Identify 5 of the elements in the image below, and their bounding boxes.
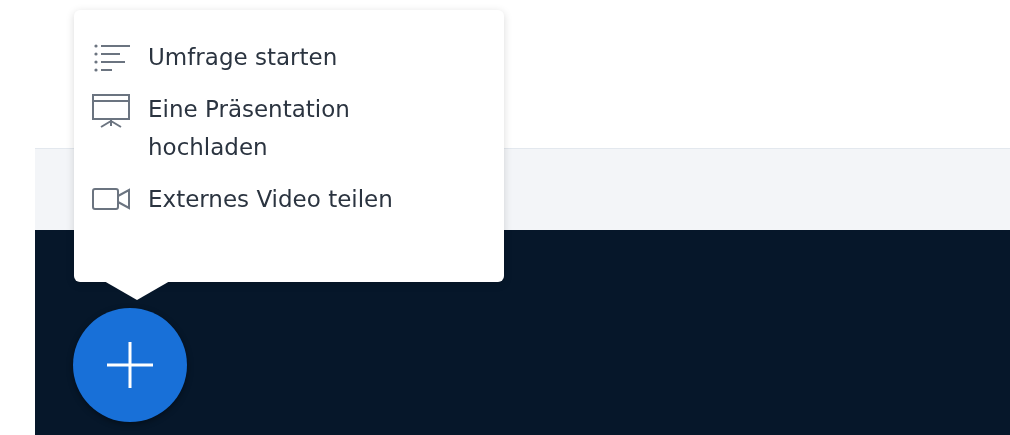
projector-screen-icon bbox=[92, 94, 130, 128]
menu-item[interactable]: Eine Präsentation hochladen bbox=[74, 90, 456, 166]
menu-item[interactable]: Externes Video teilen bbox=[74, 180, 456, 218]
menu-item[interactable]: Umfrage starten bbox=[74, 38, 456, 76]
plus-icon bbox=[105, 340, 155, 390]
